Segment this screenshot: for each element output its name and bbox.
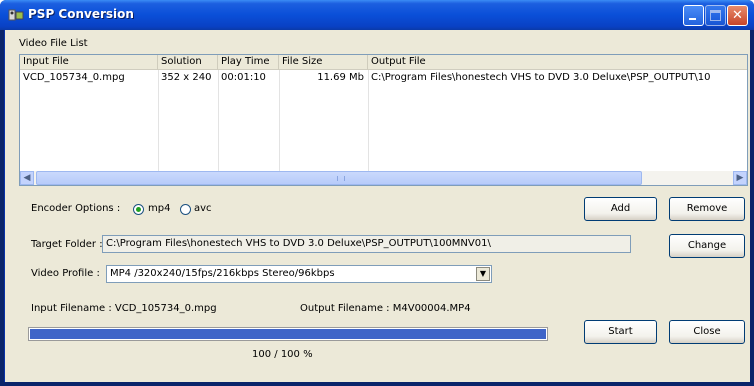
column-divider <box>368 70 369 172</box>
column-divider <box>158 70 159 172</box>
maximize-icon <box>710 10 721 21</box>
horizontal-scrollbar[interactable]: ◀ ▶ <box>20 171 747 185</box>
progress-text: 100 / 100 % <box>252 349 313 360</box>
scroll-right-icon[interactable]: ▶ <box>733 171 747 185</box>
psp-conversion-window: PSP Conversion ✕ Video File List Input F… <box>0 0 754 386</box>
radio-avc[interactable] <box>180 204 191 215</box>
start-button[interactable]: Start <box>584 320 657 344</box>
encoder-options-label: Encoder Options : <box>31 203 121 214</box>
column-header-input-file[interactable]: Input File <box>20 55 158 70</box>
column-header-solution[interactable]: Solution <box>158 55 218 70</box>
close-window-button[interactable]: ✕ <box>727 5 748 26</box>
table-row[interactable]: VCD_105734_0.mpg 352 x 240 00:01:10 11.6… <box>20 71 747 85</box>
progress-fill <box>30 329 546 339</box>
cell-output-file: C:\Program Files\honestech VHS to DVD 3.… <box>371 72 711 83</box>
target-folder-field[interactable]: C:\Program Files\honestech VHS to DVD 3.… <box>102 235 631 253</box>
cell-solution: 352 x 240 <box>161 72 212 83</box>
minimize-button[interactable] <box>683 5 704 26</box>
grip-icon <box>337 176 345 181</box>
close-button[interactable]: Close <box>669 320 745 344</box>
column-header-file-size[interactable]: File Size <box>279 55 368 70</box>
cell-play-time: 00:01:10 <box>221 72 266 83</box>
video-profile-label: Video Profile : <box>31 268 100 279</box>
cell-input-file: VCD_105734_0.mpg <box>23 72 125 83</box>
radio-selected-icon <box>136 207 141 212</box>
column-header-output-file[interactable]: Output File <box>368 55 747 70</box>
remove-button[interactable]: Remove <box>669 197 745 221</box>
maximize-button[interactable] <box>705 5 726 26</box>
target-folder-label: Target Folder : <box>31 239 103 250</box>
close-icon: ✕ <box>732 8 743 23</box>
cell-file-size: 11.69 Mb <box>317 72 364 83</box>
app-icon <box>8 9 24 21</box>
add-button[interactable]: Add <box>584 197 657 221</box>
column-divider <box>279 70 280 172</box>
change-button[interactable]: Change <box>669 234 745 258</box>
radio-avc-label[interactable]: avc <box>194 203 212 214</box>
output-filename: Output Filename : M4V00004.MP4 <box>300 303 471 314</box>
video-profile-select[interactable]: MP4 /320x240/15fps/216kbps Stereo/96kbps… <box>106 265 492 283</box>
window-title: PSP Conversion <box>28 7 134 21</box>
video-profile-value: MP4 /320x240/15fps/216kbps Stereo/96kbps <box>110 268 335 279</box>
scroll-left-icon[interactable]: ◀ <box>20 171 34 185</box>
video-file-list-label: Video File List <box>19 38 88 49</box>
conversion-progress-bar <box>28 327 548 341</box>
chevron-down-icon[interactable]: ▼ <box>476 267 490 281</box>
radio-mp4[interactable] <box>133 204 144 215</box>
list-header: Input File Solution Play Time File Size … <box>20 55 747 70</box>
input-filename: Input Filename : VCD_105734_0.mpg <box>31 303 217 314</box>
minimize-icon <box>689 18 696 20</box>
column-divider <box>218 70 219 172</box>
radio-mp4-label[interactable]: mp4 <box>148 203 170 214</box>
video-file-list[interactable]: Input File Solution Play Time File Size … <box>19 54 748 186</box>
title-bar[interactable]: PSP Conversion ✕ <box>0 0 754 30</box>
scrollbar-thumb[interactable] <box>36 171 642 185</box>
column-header-play-time[interactable]: Play Time <box>218 55 279 70</box>
